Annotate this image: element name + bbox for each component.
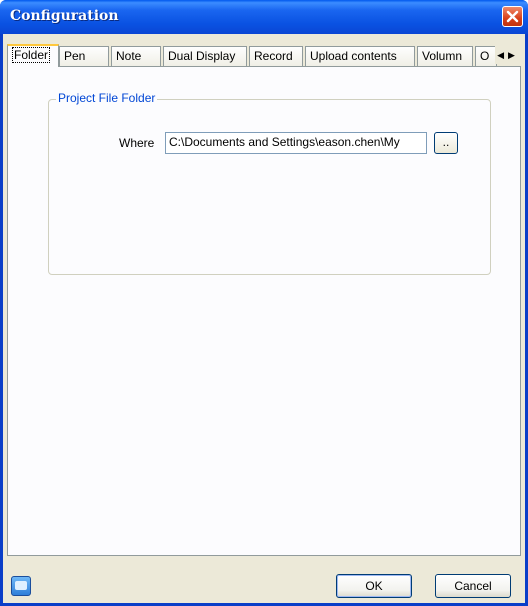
keyboard-icon[interactable]: [11, 576, 31, 596]
scroll-left-icon[interactable]: ◀: [497, 50, 508, 60]
close-icon: [506, 10, 519, 23]
tab-volumn[interactable]: Volumn: [417, 46, 473, 66]
tab-record[interactable]: Record: [249, 46, 303, 66]
scroll-right-icon[interactable]: ▶: [508, 50, 519, 60]
ok-button[interactable]: OK: [336, 574, 412, 598]
window-title: Configuration: [10, 8, 119, 24]
tab-scroll-buttons: ◀▶: [495, 46, 521, 64]
where-label: Where: [119, 136, 155, 150]
folder-tab-page: Project File Folder Where C:\Documents a…: [7, 66, 521, 556]
tab-upload-contents[interactable]: Upload contents: [305, 46, 415, 66]
tab-label: Note: [116, 49, 142, 63]
tab-strip: Folder Pen Note Dual Display Record Uplo…: [7, 44, 521, 67]
title-bar[interactable]: Configuration: [0, 0, 528, 34]
folder-path-input[interactable]: C:\Documents and Settings\eason.chen\My: [165, 132, 427, 154]
project-file-folder-group: Project File Folder Where C:\Documents a…: [48, 91, 491, 275]
tab-label: O: [480, 49, 490, 63]
group-title: Project File Folder: [56, 91, 158, 105]
tab-label: Pen: [64, 49, 86, 63]
configuration-window: Configuration Folder Pen Note Dual Displ…: [0, 0, 528, 606]
cancel-button[interactable]: Cancel: [435, 574, 511, 598]
dialog-client-area: Folder Pen Note Dual Display Record Uplo…: [3, 34, 525, 603]
tab-label: Folder: [12, 47, 51, 63]
tab-dual-display[interactable]: Dual Display: [163, 46, 247, 66]
tab-label: Upload contents: [310, 49, 397, 63]
tab-label: Volumn: [422, 49, 463, 63]
browse-button[interactable]: ..: [434, 132, 458, 154]
tab-note[interactable]: Note: [111, 46, 161, 66]
dialog-footer: OK Cancel: [3, 556, 525, 603]
tab-label: Record: [254, 49, 293, 63]
tab-label: Dual Display: [168, 49, 236, 63]
tab-pen[interactable]: Pen: [59, 46, 109, 66]
tab-folder[interactable]: Folder: [7, 44, 59, 67]
tab-other[interactable]: O: [475, 46, 497, 66]
close-button[interactable]: [502, 6, 523, 27]
keyboard-icon-face: [15, 581, 27, 590]
